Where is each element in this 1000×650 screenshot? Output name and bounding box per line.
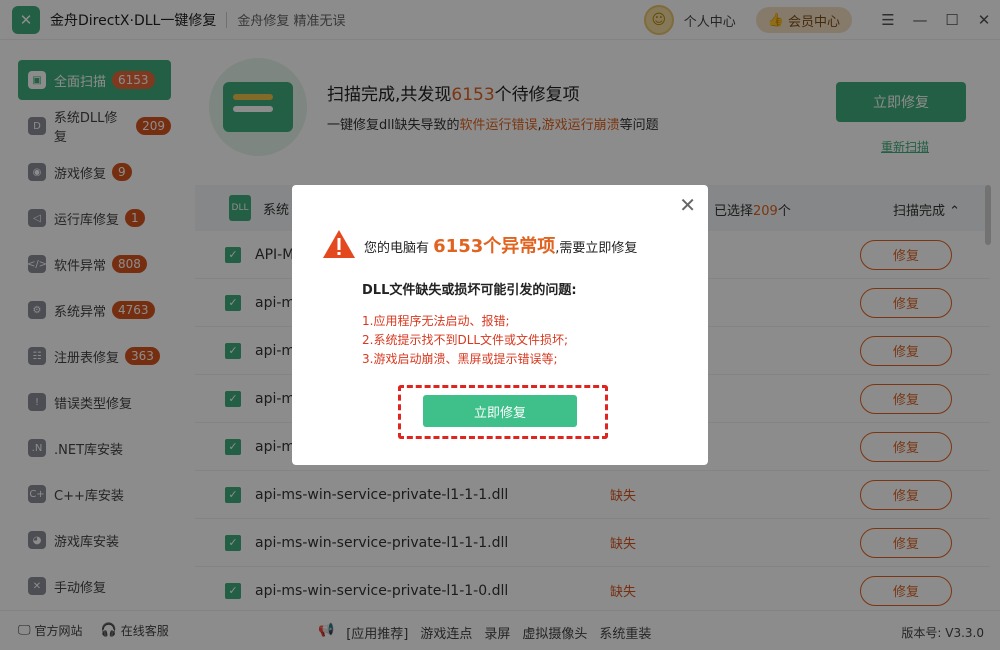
- list-item: 3.游戏启动崩溃、黑屏或提示错误等;: [362, 352, 558, 366]
- dialog-title: 您的电脑有 6153个异常项,需要立即修复: [364, 232, 637, 258]
- dialog-title-suffix: ,需要立即修复: [555, 241, 638, 256]
- dialog-issue-count: 6153个异常项: [433, 236, 556, 257]
- repair-dialog: ✕ 您的电脑有 6153个异常项,需要立即修复 DLL文件缺失或损坏可能引发的问…: [292, 185, 708, 465]
- dialog-subtitle: DLL文件缺失或损坏可能引发的问题:: [362, 283, 577, 298]
- list-item: 2.系统提示找不到DLL文件或文件损坏;: [362, 333, 569, 347]
- close-icon[interactable]: ✕: [679, 193, 696, 217]
- dialog-title-prefix: 您的电脑有: [364, 241, 430, 256]
- dialog-fix-now-button[interactable]: 立即修复: [423, 395, 577, 427]
- list-item: 1.应用程序无法启动、报错;: [362, 314, 510, 328]
- warning-icon: [323, 230, 355, 258]
- issue-list: 1.应用程序无法启动、报错; 2.系统提示找不到DLL文件或文件损坏; 3.游戏…: [362, 312, 568, 369]
